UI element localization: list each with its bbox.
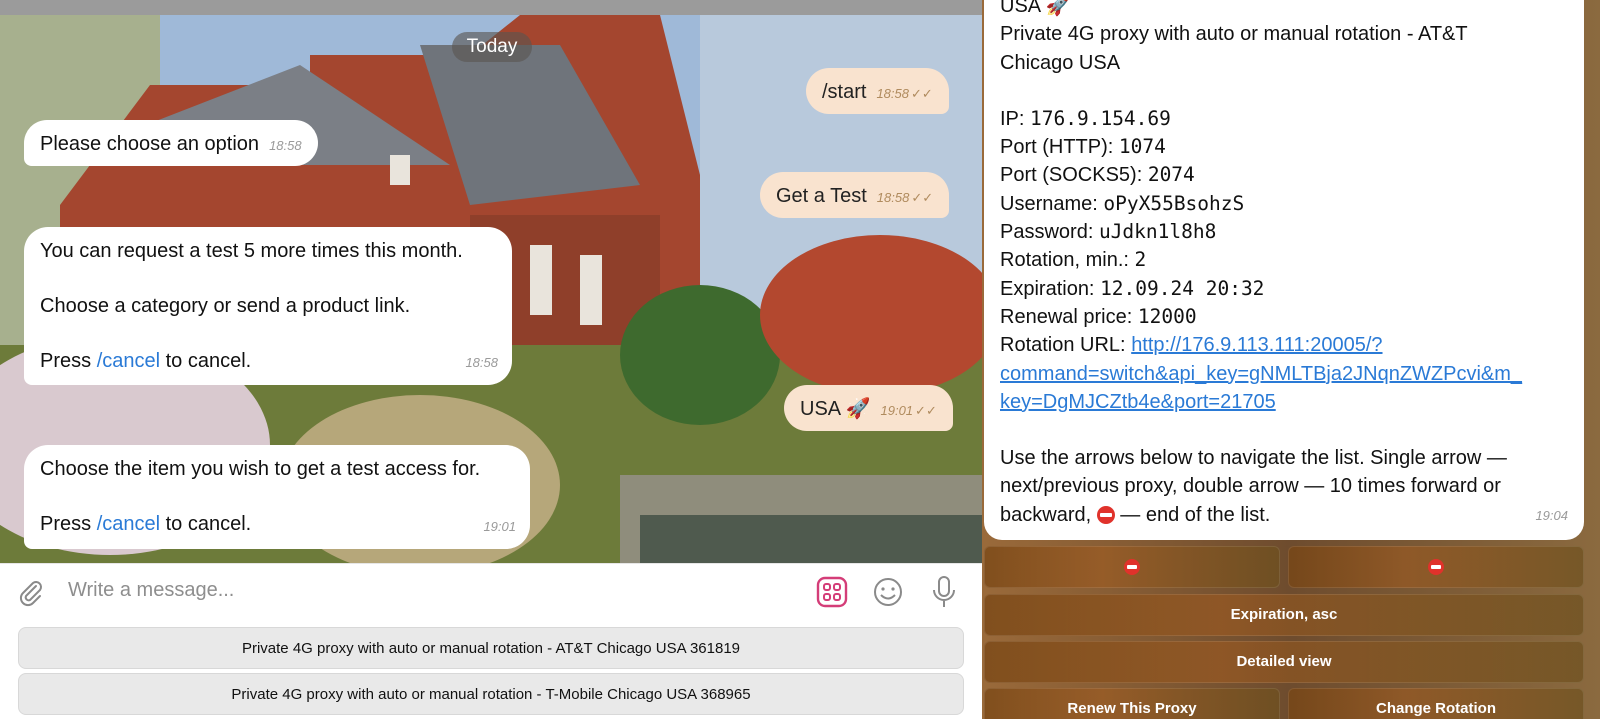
rotation-url-label: Rotation URL: — [1000, 334, 1126, 357]
rotation-url-link-end[interactable]: key=DgMJCZtb4e&port=21705 — [1000, 391, 1276, 413]
renewal-label: Renewal price: — [1000, 305, 1133, 328]
message-time: 19:01 — [880, 403, 914, 418]
inline-button-renew[interactable]: Renew This Proxy — [984, 688, 1280, 719]
no-entry-icon — [1096, 506, 1115, 525]
help-text: Use the arrows below to navigate the lis… — [1000, 447, 1507, 470]
inline-button-sort-expiration[interactable]: Expiration, asc — [984, 594, 1584, 636]
message-text: Press — [40, 513, 92, 535]
message-time: 19:04 — [1535, 507, 1568, 523]
port-http-value[interactable]: 1074 — [1119, 135, 1166, 158]
chat-wallpaper: Today /start 18:58 ✓✓ Please choose an opt… — [0, 15, 982, 563]
rocket-icon: 🚀 — [1045, 0, 1071, 17]
username-value[interactable]: oPyX55BsohzS — [1103, 192, 1244, 215]
message-line: Choose the item you wish to get a test a… — [40, 458, 481, 480]
help-text: backward, — [1000, 503, 1092, 526]
proxy-title: Private 4G proxy with auto or manual rot… — [1000, 23, 1468, 46]
message-line: Choose a category or send a product link… — [40, 295, 411, 317]
microphone-icon[interactable] — [930, 574, 958, 610]
ip-value[interactable]: 176.9.154.69 — [1030, 107, 1171, 130]
expiration-value: 12.09.24 20:32 — [1100, 276, 1265, 300]
message-composer: Write a message... — [0, 563, 982, 619]
ip-label: IP: — [1000, 107, 1025, 130]
proxy-title-cont: Chicago USA — [1000, 51, 1121, 74]
inline-button-change-rotation[interactable]: Change Rotation — [1288, 688, 1584, 719]
paperclip-icon[interactable] — [16, 578, 46, 608]
read-ticks-icon: ✓✓ — [911, 86, 933, 101]
header-partial: USA — [1000, 0, 1041, 17]
password-value[interactable]: uJdkn1l8h8 — [1099, 220, 1216, 243]
no-entry-icon — [1428, 559, 1444, 576]
rotation-url-link[interactable]: http://176.9.113.111:20005/? — [1131, 334, 1382, 356]
port-socks-value[interactable]: 2074 — [1148, 163, 1195, 186]
message-text: to cancel. — [165, 350, 252, 372]
proxy-details-message[interactable]: USA 🚀 Private 4G proxy with auto or manu… — [984, 0, 1584, 540]
date-separator: Today — [452, 32, 532, 62]
message-time: 18:58 — [269, 138, 302, 153]
chat-window-left: Today /start 18:58 ✓✓ Please choose an opt… — [0, 0, 982, 719]
renewal-value: 12000 — [1137, 304, 1197, 328]
cancel-command-link[interactable]: /cancel — [97, 513, 160, 535]
no-entry-icon — [1124, 559, 1140, 576]
emoji-smile-icon[interactable] — [872, 576, 904, 608]
message-text: /start — [822, 81, 867, 103]
message-text: USA — [800, 398, 841, 420]
message-line: You can request a test 5 more times this… — [40, 240, 463, 262]
message-outgoing[interactable]: Get a Test 18:58 ✓✓ — [760, 172, 950, 218]
username-label: Username: — [1000, 192, 1098, 215]
rocket-icon: 🚀 — [845, 398, 871, 420]
port-http-label: Port (HTTP): — [1000, 136, 1114, 159]
message-outgoing[interactable]: USA 🚀 19:01 ✓✓ — [784, 385, 953, 431]
read-ticks-icon: ✓✓ — [915, 403, 937, 418]
inline-button-detailed-view[interactable]: Detailed view — [984, 641, 1584, 683]
rotation-value: 2 — [1134, 248, 1147, 272]
message-input[interactable]: Write a message... — [68, 579, 234, 602]
message-incoming[interactable]: Please choose an option 18:58 — [24, 120, 318, 166]
chat-window-right: USA 🚀 Private 4G proxy with auto or manu… — [982, 0, 1600, 719]
message-time: 18:58 — [876, 86, 909, 101]
rotation-label: Rotation, min.: — [1000, 249, 1129, 272]
help-text: next/previous proxy, double arrow — 10 t… — [1000, 475, 1501, 498]
cancel-command-link[interactable]: /cancel — [97, 350, 160, 372]
message-text: Press — [40, 350, 92, 372]
message-text: Please choose an option — [40, 133, 260, 155]
message-incoming[interactable]: You can request a test 5 more times this… — [24, 227, 512, 385]
message-outgoing[interactable]: /start 18:58 ✓✓ — [806, 68, 949, 114]
message-time: 18:58 — [465, 355, 498, 370]
read-ticks-icon: ✓✓ — [911, 190, 934, 205]
help-text: — end of the list. — [1120, 503, 1271, 526]
window-top-strip — [0, 0, 982, 15]
message-time: 19:01 — [483, 519, 516, 534]
message-text: Get a Test — [776, 185, 867, 207]
bot-keyboard-icon[interactable] — [816, 576, 848, 608]
port-socks-label: Port (SOCKS5): — [1000, 164, 1143, 187]
inline-button-end-of-list[interactable] — [1288, 546, 1584, 588]
expiration-label: Expiration: — [1000, 277, 1095, 300]
keyboard-button-tmobile-proxy[interactable]: Private 4G proxy with auto or manual rot… — [18, 673, 964, 715]
message-time: 18:58 — [876, 190, 910, 205]
inline-button-start-of-list[interactable] — [984, 546, 1280, 588]
keyboard-button-att-proxy[interactable]: Private 4G proxy with auto or manual rot… — [18, 627, 964, 669]
rotation-url-link-cont[interactable]: command=switch&api_key=gNMLTBja2JNqnZWZP… — [1000, 363, 1522, 385]
message-incoming[interactable]: Choose the item you wish to get a test a… — [24, 445, 530, 549]
password-label: Password: — [1000, 221, 1094, 244]
message-text: to cancel. — [165, 513, 252, 535]
